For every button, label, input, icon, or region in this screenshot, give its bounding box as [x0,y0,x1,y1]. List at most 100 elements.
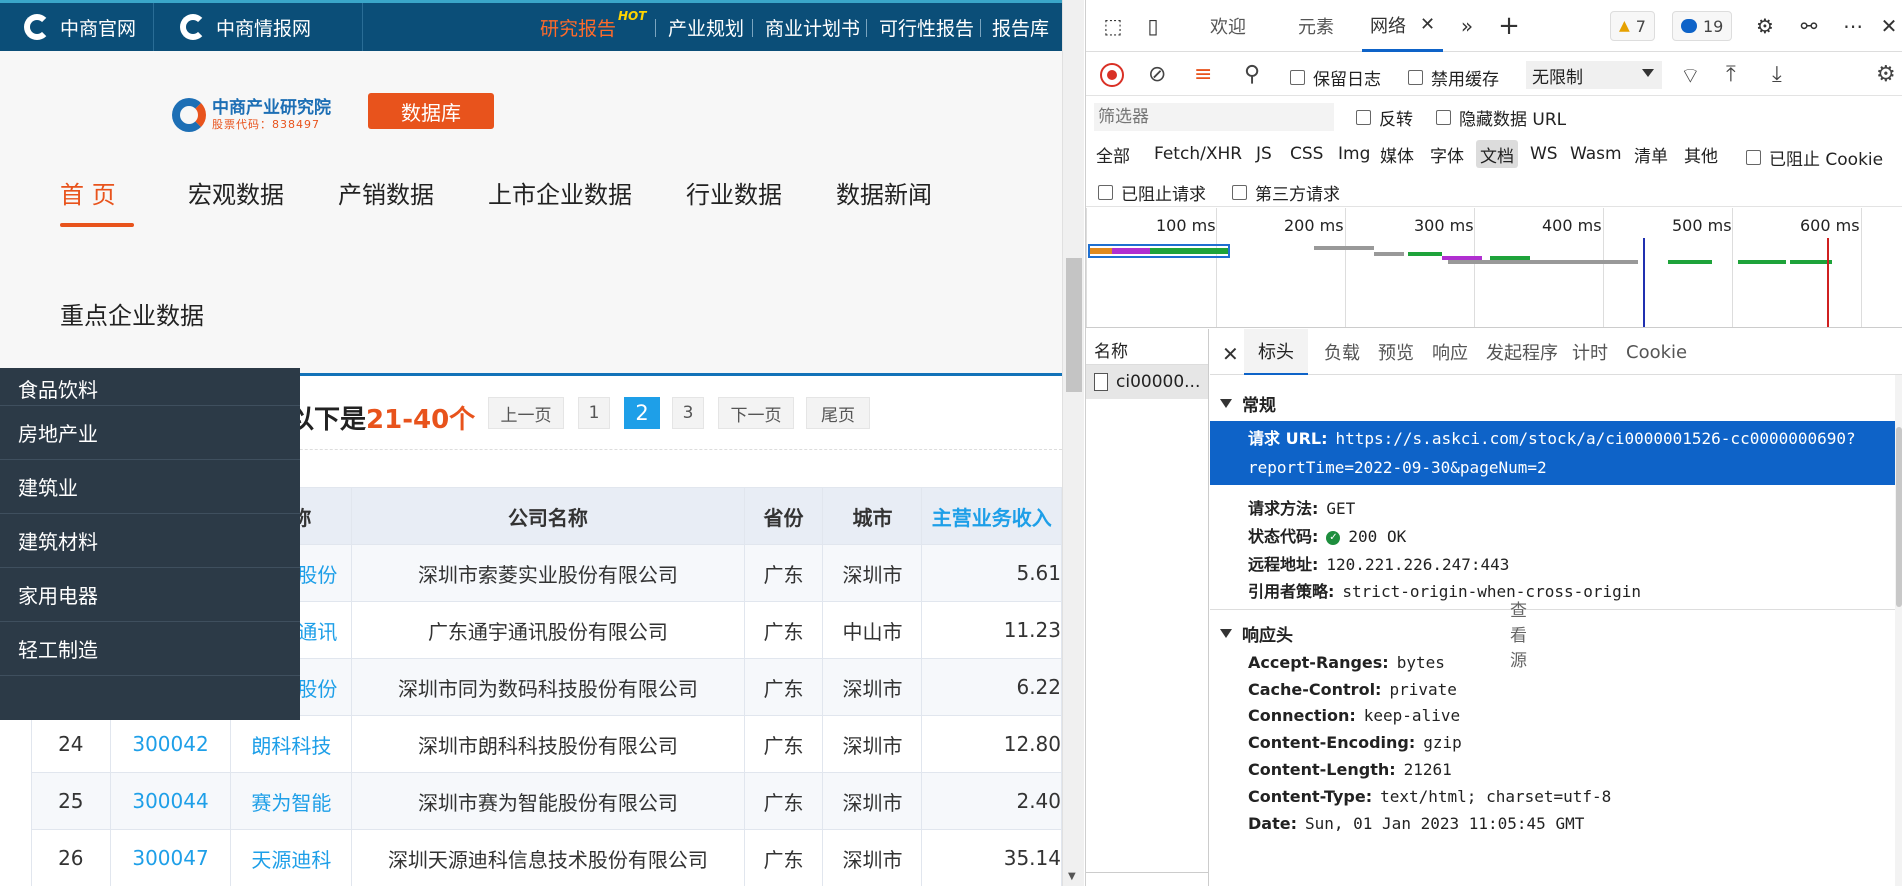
network-conditions-icon[interactable]: ⌔ [1680,62,1701,90]
third-party-checkbox[interactable]: 第三方请求 [1232,180,1340,205]
warnings-badge[interactable]: ▲ 7 [1610,11,1655,41]
tab-elements[interactable]: 元素 [1298,0,1334,52]
scroll-down-arrow-icon[interactable]: ▼ [1068,871,1076,882]
filter-icon[interactable]: ≡ [1194,62,1212,87]
cell-short-name[interactable]: 天源迪科 [230,829,353,886]
cell-short-name[interactable]: 赛为智能 [230,772,353,830]
type-js[interactable]: JS [1252,140,1276,168]
type-manifest[interactable]: 清单 [1630,140,1672,168]
view-source-link[interactable]: 查看源 [1510,596,1527,671]
industry-item-real-estate[interactable]: 房地产业 [0,406,300,460]
zhongshang-intel-link[interactable]: 中商情报网 [180,3,311,51]
nav-business-plan[interactable]: 商业计划书 [765,3,860,51]
more-tabs-icon[interactable]: » [1454,14,1480,38]
detail-scrollbar[interactable] [1895,375,1902,886]
nav-home[interactable]: 首 页 [60,175,116,210]
blocked-requests-checkbox[interactable]: 已阻止请求 [1098,180,1206,205]
messages-badge[interactable]: 19 [1672,11,1733,41]
record-button-icon[interactable] [1100,63,1124,87]
response-headers-section-header[interactable]: 响应头 查看源 [1220,601,1527,671]
nav-data-news[interactable]: 数据新闻 [836,175,932,210]
zhongshang-official-link[interactable]: 中商官网 [24,3,136,51]
type-img[interactable]: Img [1334,140,1374,168]
tab-preview[interactable]: 预览 [1378,329,1414,375]
throttle-select[interactable]: 无限制 [1526,61,1662,89]
search-icon[interactable]: ⚲ [1244,62,1260,87]
tab-network[interactable]: 网络 ✕ [1362,0,1444,52]
nav-macro-data[interactable]: 宏观数据 [188,175,284,210]
last-page-button[interactable]: 尾页 [806,397,870,429]
nav-listed-companies[interactable]: 上市企业数据 [488,175,632,210]
industry-item-light-industry[interactable]: 轻工制造 [0,622,300,676]
cell-code[interactable]: 300044 [109,772,232,830]
close-devtools-icon[interactable]: ✕ [1876,14,1902,38]
request-url-row[interactable]: 请求 URL: https://s.askci.com/stock/a/ci000… [1210,421,1895,485]
page-1-button[interactable]: 1 [578,397,610,429]
brand-logo[interactable]: 中商产业研究院 股票代码：838497 [172,95,346,135]
nav-industry-data[interactable]: 行业数据 [686,175,782,210]
tab-response[interactable]: 响应 [1432,329,1468,375]
page-3-button[interactable]: 3 [672,397,704,429]
request-list-header[interactable]: 名称 [1086,329,1208,365]
page-scrollbar[interactable]: ▼ [1062,0,1084,886]
next-page-button[interactable]: 下一页 [718,397,794,429]
nav-feasibility-report[interactable]: 可行性报告 [879,3,974,51]
preserve-log-checkbox[interactable]: 保留日志 [1290,65,1381,90]
nav-report-library[interactable]: 报告库 [992,3,1049,51]
tab-cookies[interactable]: Cookie [1626,329,1687,375]
settings-gear-icon[interactable]: ⚙ [1752,14,1778,38]
export-har-icon[interactable]: ⤓ [1772,62,1782,87]
device-toolbar-icon[interactable]: ▯ [1140,14,1166,38]
general-section-header[interactable]: 常规 [1220,391,1276,416]
close-detail-icon[interactable]: ✕ [1222,342,1239,366]
invert-checkbox[interactable]: 反转 [1356,105,1413,130]
prev-page-button[interactable]: 上一页 [488,397,564,429]
industry-item-construction[interactable]: 建筑业 [0,460,300,514]
inspect-element-icon[interactable]: ⬚ [1100,14,1126,38]
cell-code[interactable]: 300042 [109,715,232,773]
nav-production-sales[interactable]: 产销数据 [338,175,434,210]
scrollbar-thumb[interactable] [1896,427,1902,607]
blocked-cookies-checkbox[interactable]: 已阻止 Cookie [1746,145,1883,170]
cell-code[interactable]: 300047 [109,829,232,886]
response-header-row: Connection: keep-alive [1248,706,1460,725]
close-tab-icon[interactable]: ✕ [1420,14,1435,35]
type-media[interactable]: 媒体 [1376,140,1418,168]
industry-item-food[interactable]: 食品饮料 [0,368,300,406]
network-overview-timeline[interactable]: 100 ms 200 ms 300 ms 400 ms 500 ms 600 m… [1086,208,1902,328]
type-fetch-xhr[interactable]: Fetch/XHR [1150,140,1246,168]
tab-headers[interactable]: 标头 [1244,329,1308,375]
scrollbar-thumb[interactable] [1066,258,1082,392]
type-ws[interactable]: WS [1526,140,1562,168]
type-other[interactable]: 其他 [1680,140,1722,168]
disable-cache-checkbox[interactable]: 禁用缓存 [1408,65,1499,90]
request-row[interactable]: ci00000... [1086,365,1208,399]
customize-icon[interactable]: ⚯ [1796,14,1822,38]
more-options-icon[interactable]: ⋯ [1840,14,1866,38]
page-2-button[interactable]: 2 [624,397,660,429]
network-settings-icon[interactable]: ⚙ [1876,62,1896,87]
filter-input[interactable] [1094,103,1334,131]
type-doc[interactable]: 文档 [1476,140,1518,168]
tab-payload[interactable]: 负载 [1324,329,1360,375]
type-all[interactable]: 全部 [1092,140,1134,168]
clear-icon[interactable]: ⊘ [1148,62,1166,87]
import-har-icon[interactable]: ⤒ [1726,62,1736,87]
type-css[interactable]: CSS [1286,140,1327,168]
nav-research-report[interactable]: 研究报告 HOT [540,3,646,51]
expand-triangle-icon [1220,629,1232,638]
cell-short-name[interactable]: 朗科科技 [230,715,353,773]
tab-timing[interactable]: 计时 [1572,329,1608,375]
tab-initiator[interactable]: 发起程序 [1486,329,1558,375]
tab-welcome[interactable]: 欢迎 [1210,0,1246,52]
type-wasm[interactable]: Wasm [1566,140,1626,168]
hide-data-url-checkbox[interactable]: 隐藏数据 URL [1436,105,1566,130]
col-main-revenue[interactable]: 主营业务收入 [921,487,1062,545]
nav-industry-plan[interactable]: 产业规划 [668,3,744,51]
nav-key-enterprise[interactable]: 重点企业数据 [60,296,204,331]
type-font[interactable]: 字体 [1426,140,1468,168]
industry-item-home-appliances[interactable]: 家用电器 [0,568,300,622]
add-tab-icon[interactable]: + [1496,11,1522,41]
industry-item-building-materials[interactable]: 建筑材料 [0,514,300,568]
database-button[interactable]: 数据库 [368,93,494,129]
